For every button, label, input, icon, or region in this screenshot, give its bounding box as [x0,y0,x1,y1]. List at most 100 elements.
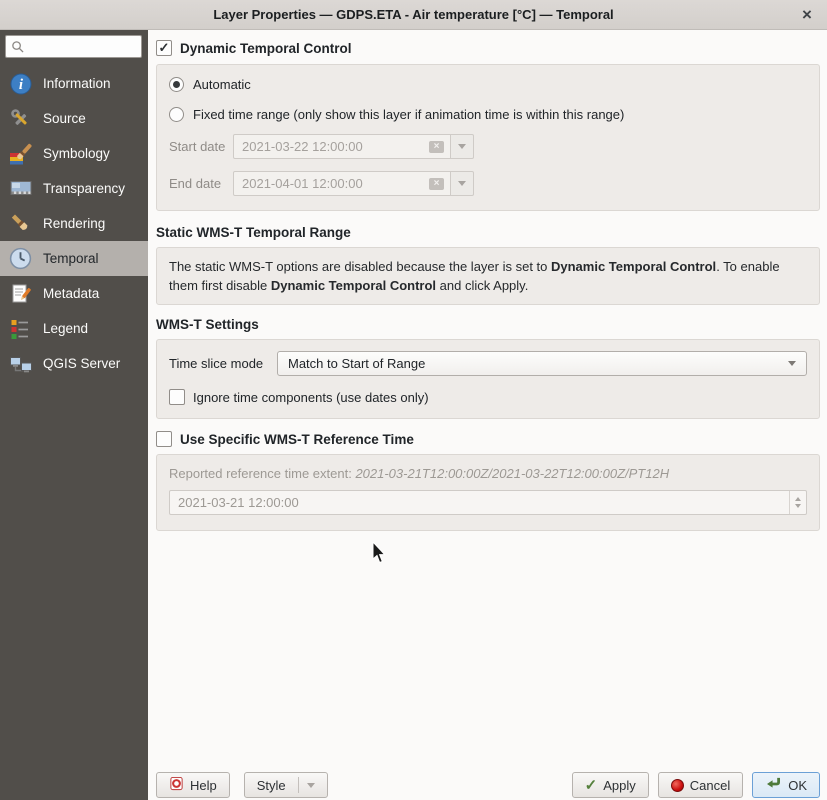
dynamic-temporal-control-row: ✓ Dynamic Temporal Control [156,40,820,56]
sidebar-item-label: QGIS Server [43,356,120,371]
start-date-label: Start date [169,139,233,154]
reference-datetime-input: 2021-03-21 12:00:00 [169,490,807,515]
ok-button[interactable]: OK [752,772,820,798]
legend-tree-icon [7,315,34,342]
sidebar-item-metadata[interactable]: Metadata [0,276,148,311]
dynamic-temporal-control-checkbox[interactable]: ✓ [156,40,172,56]
apply-button[interactable]: ✓ Apply [572,772,649,798]
spin-up-icon [795,497,801,501]
extent-value: 2021-03-21T12:00:00Z/2021-03-22T12:00:00… [355,466,669,481]
sidebar-item-label: Metadata [43,286,99,301]
message-bold: Dynamic Temporal Control [551,259,716,274]
sidebar-item-source[interactable]: Source [0,101,148,136]
clock-icon [7,245,34,272]
static-range-message: The static WMS-T options are disabled be… [156,247,820,305]
sidebar-item-information[interactable]: i Information [0,66,148,101]
reference-time-group: Reported reference time extent: 2021-03-… [156,454,820,531]
temporal-panel: ✓ Dynamic Temporal Control Automatic Fix… [148,30,827,800]
message-text: The static WMS-T options are disabled be… [169,259,551,274]
sidebar-item-label: Source [43,111,86,126]
style-button[interactable]: Style [244,772,328,798]
start-date-row: Start date 2021-03-22 12:00:00 × [169,134,807,159]
chevron-down-icon [458,181,466,186]
automatic-label: Automatic [193,77,251,92]
search-wrap [5,35,142,58]
help-icon [169,776,184,794]
help-label: Help [190,778,217,793]
cancel-label: Cancel [690,778,730,793]
sidebar-item-symbology[interactable]: Symbology [0,136,148,171]
footer-buttons: Help Style ✓ Apply Cancel OK [156,771,820,799]
style-label: Style [257,778,286,793]
extent-line: Reported reference time extent: 2021-03-… [169,466,807,481]
sidebar-item-transparency[interactable]: Transparency [0,171,148,206]
close-icon[interactable]: × [795,3,819,27]
message-bold: Dynamic Temporal Control [271,278,436,293]
ok-arrow-icon [765,777,782,793]
sidebar-item-label: Rendering [43,216,105,231]
time-slice-value: Match to Start of Range [288,356,425,371]
start-date-value: 2021-03-22 12:00:00 [242,139,363,154]
sidebar-item-label: Temporal [43,251,99,266]
help-button[interactable]: Help [156,772,230,798]
wmst-settings-group: Time slice mode Match to Start of Range … [156,339,820,419]
document-pencil-icon [7,280,34,307]
sidebar-item-qgis-server[interactable]: QGIS Server [0,346,148,381]
dialog-title: Layer Properties — GDPS.ETA - Air temper… [213,7,613,22]
chevron-down-icon [788,361,796,366]
extent-label: Reported reference time extent: [169,466,355,481]
dynamic-temporal-control-label: Dynamic Temporal Control [180,41,352,56]
paintbrush-palette-icon [7,140,34,167]
info-icon: i [7,70,34,97]
footer-right: ✓ Apply Cancel OK [572,772,820,798]
end-date-label: End date [169,176,233,191]
fixed-range-label: Fixed time range (only show this layer i… [193,107,624,122]
image-icon [7,175,34,202]
reference-time-checkbox[interactable] [156,431,172,447]
chevron-down-icon [458,144,466,149]
sidebar-item-temporal[interactable]: Temporal [0,241,148,276]
dynamic-control-group: Automatic Fixed time range (only show th… [156,64,820,211]
cancel-button[interactable]: Cancel [658,772,743,798]
sidebar-item-legend[interactable]: Legend [0,311,148,346]
titlebar: Layer Properties — GDPS.ETA - Air temper… [0,0,827,30]
automatic-radio-row: Automatic [169,77,807,92]
clear-icon: × [429,178,444,190]
button-separator [298,777,299,793]
wmst-settings-heading: WMS-T Settings [156,317,820,332]
time-slice-row: Time slice mode Match to Start of Range [169,351,807,376]
automatic-radio[interactable] [169,77,184,92]
sidebar-item-label: Symbology [43,146,110,161]
time-slice-combobox[interactable]: Match to Start of Range [277,351,807,376]
sidebar-item-rendering[interactable]: Rendering [0,206,148,241]
chevron-down-icon [307,783,315,788]
static-range-heading: Static WMS-T Temporal Range [156,225,820,240]
fixed-range-radio[interactable] [169,107,184,122]
server-network-icon [7,350,34,377]
sidebar-item-label: Transparency [43,181,125,196]
end-date-value: 2021-04-01 12:00:00 [242,176,363,191]
ignore-time-checkbox[interactable] [169,389,185,405]
end-date-dropdown-button [451,171,474,196]
sidebar-item-label: Information [43,76,111,91]
radio-dot [173,81,180,88]
start-date-field: 2021-03-22 12:00:00 × [233,134,474,159]
brush-icon [7,210,34,237]
apply-label: Apply [603,778,636,793]
reference-datetime-value: 2021-03-21 12:00:00 [178,495,299,510]
footer-left: Help Style [156,772,328,798]
clear-icon: × [429,141,444,153]
spinner-buttons [789,491,806,514]
spin-down-icon [795,504,801,508]
ignore-time-label: Ignore time components (use dates only) [193,390,429,405]
end-date-row: End date 2021-04-01 12:00:00 × [169,171,807,196]
check-icon: ✓ [585,776,598,794]
wrench-icon [7,105,34,132]
ok-label: OK [788,778,807,793]
search-input[interactable] [5,35,142,58]
reference-time-row: Use Specific WMS-T Reference Time [156,431,820,447]
start-date-input: 2021-03-22 12:00:00 × [233,134,451,159]
sidebar-item-label: Legend [43,321,88,336]
end-date-field: 2021-04-01 12:00:00 × [233,171,474,196]
start-date-dropdown-button [451,134,474,159]
